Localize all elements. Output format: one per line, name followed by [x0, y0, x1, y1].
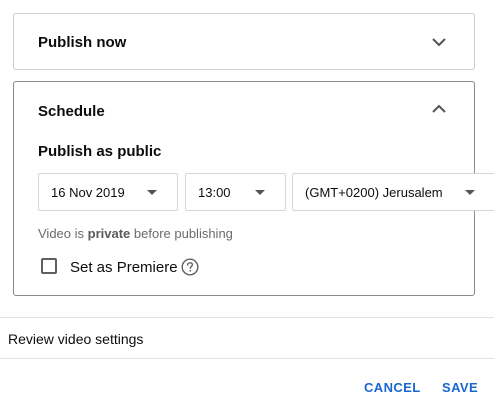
help-icon[interactable] [181, 258, 199, 276]
divider [0, 358, 494, 359]
chevron-up-icon[interactable] [431, 104, 447, 114]
privacy-note-suffix: before publishing [130, 226, 233, 241]
divider [0, 317, 494, 318]
time-select[interactable]: 13:00 [185, 173, 286, 211]
privacy-note: Video is private before publishing [38, 226, 233, 241]
review-video-settings[interactable]: Review video settings [8, 331, 143, 347]
publish-now-panel[interactable]: Publish now [13, 13, 475, 70]
publish-now-title: Publish now [38, 34, 127, 51]
chevron-down-icon[interactable] [431, 37, 447, 47]
date-select[interactable]: 16 Nov 2019 [38, 173, 178, 211]
save-button[interactable]: SAVE [442, 380, 478, 395]
timezone-select[interactable]: (GMT+0200) Jerusalem [292, 173, 494, 211]
publish-dialog: Publish now Schedule Publish as public 1… [0, 0, 494, 403]
time-value: 13:00 [198, 185, 231, 200]
dropdown-arrow-icon [255, 190, 265, 195]
privacy-note-status: private [87, 226, 131, 241]
dropdown-arrow-icon [465, 190, 475, 195]
schedule-panel: Schedule Publish as public 16 Nov 2019 1… [13, 81, 494, 296]
dropdown-arrow-icon [147, 190, 157, 195]
premiere-checkbox[interactable] [41, 258, 57, 274]
timezone-value: (GMT+0200) Jerusalem [305, 185, 443, 200]
publish-as-public-heading: Publish as public [38, 143, 162, 160]
cancel-button[interactable]: CANCEL [364, 380, 421, 395]
premiere-label[interactable]: Set as Premiere [70, 259, 178, 276]
schedule-title: Schedule [38, 103, 105, 120]
date-value: 16 Nov 2019 [51, 185, 125, 200]
privacy-note-prefix: Video is [38, 226, 88, 241]
